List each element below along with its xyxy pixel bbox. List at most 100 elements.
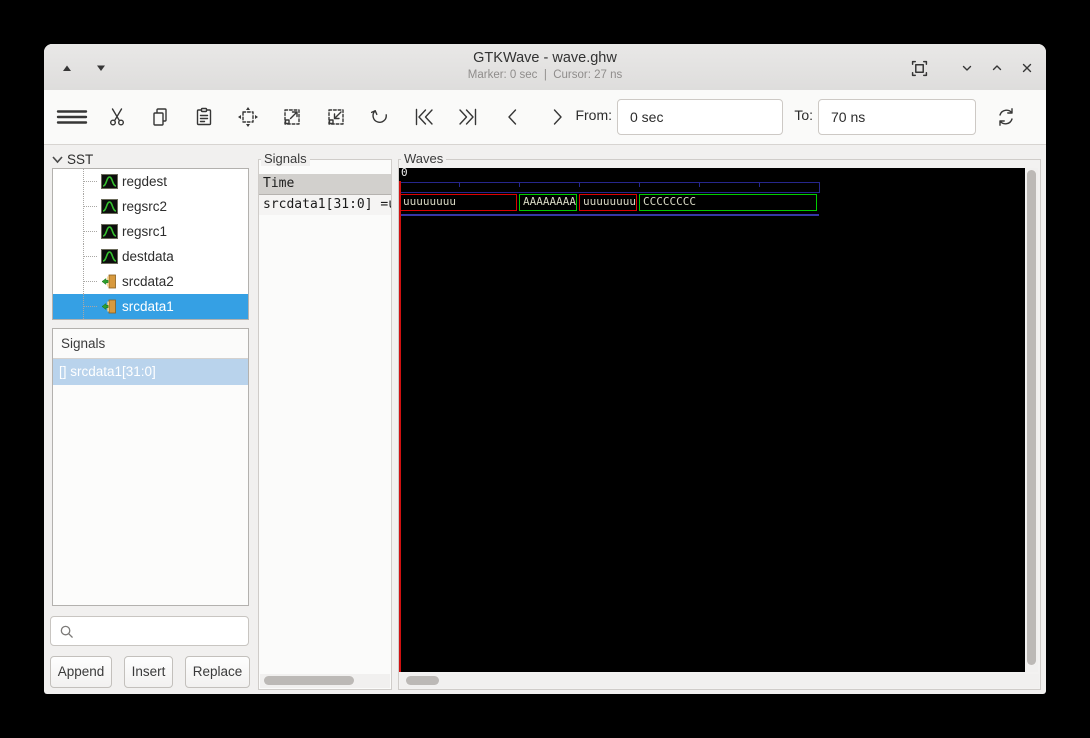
signal-search-input[interactable]: [50, 616, 249, 646]
append-button[interactable]: Append: [50, 656, 112, 688]
from-time-input[interactable]: 0 sec: [617, 99, 783, 135]
to-time-input[interactable]: 70 ns: [818, 99, 976, 135]
sidebar-signal-item[interactable]: [] srcdata1[31:0]: [53, 359, 248, 385]
next-edge-button[interactable]: [537, 97, 577, 137]
ruler-tick: [459, 183, 460, 187]
wave-canvas[interactable]: 0 uuuuuuuuAAAAAAAAuuuuuuuuCCCCCCCC: [399, 168, 1025, 672]
chevron-down-icon: [959, 60, 975, 76]
signal-wave-icon: [101, 173, 118, 190]
ruler-tick: [699, 183, 700, 187]
tree-guide-line: [83, 244, 98, 269]
gtkwave-window: GTKWave - wave.ghw Marker: 0 sec | Curso…: [44, 44, 1046, 694]
signal-name-row[interactable]: srcdata1[31:0] =uu: [259, 195, 391, 215]
minimize-button[interactable]: [956, 58, 978, 78]
port-icon: [101, 273, 118, 290]
go-to-start-button[interactable]: [404, 97, 444, 137]
ruler-origin-label: 0: [401, 168, 408, 179]
marker-line: [399, 181, 401, 672]
skip-to-end-icon: [456, 105, 480, 129]
signals-hscrollbar-thumb[interactable]: [264, 676, 354, 685]
replace-button[interactable]: Replace: [185, 656, 250, 688]
selected-trace-underline: [399, 214, 819, 216]
tree-guide-line: [83, 194, 98, 219]
maximize-button[interactable]: [986, 58, 1008, 78]
tree-item-regsrc1[interactable]: regsrc1: [53, 219, 248, 244]
ruler-tick: [519, 183, 520, 187]
copy-icon: [148, 105, 172, 129]
waves-hscrollbar-thumb[interactable]: [406, 676, 439, 685]
zoom-out-button[interactable]: [316, 97, 356, 137]
undo-button[interactable]: [360, 97, 400, 137]
window-title: GTKWave - wave.ghw: [44, 50, 1046, 66]
tree-guide-line: [83, 269, 98, 294]
tree-item-srcdata2[interactable]: srcdata2: [53, 269, 248, 294]
fullscreen-button[interactable]: [908, 58, 930, 78]
toolbar: From: 0 sec To: 70 ns: [44, 90, 1046, 145]
sst-tree: regdest regsrc2 regsrc1 destdata srcdata2 src…: [52, 168, 249, 320]
waves-frame-label: Waves: [401, 151, 446, 166]
copy-button[interactable]: [140, 97, 180, 137]
waves-hscrollbar-track[interactable]: [400, 674, 1039, 688]
ruler-tick: [579, 183, 580, 187]
sidebar-signals-header: Signals: [53, 329, 248, 359]
to-label: To:: [789, 107, 813, 123]
cut-button[interactable]: [97, 97, 137, 137]
sst-expander[interactable]: SST: [52, 151, 93, 167]
tree-item-label: srcdata1: [122, 299, 174, 314]
tree-item-srcdata1[interactable]: srcdata1: [53, 294, 248, 319]
zoom-out-icon: [324, 105, 348, 129]
tree-item-label: destdata: [122, 249, 174, 264]
go-to-end-button[interactable]: [448, 97, 488, 137]
input-port-icon: [101, 298, 118, 315]
tree-guide-line: [83, 169, 98, 194]
wave-segment-defined: AAAAAAAA: [519, 194, 577, 211]
chevron-right-icon: [545, 105, 569, 129]
chevron-left-icon: [501, 105, 525, 129]
waves-frame: Waves 0 uuuuuuuuAAAAAAAAuuuuuuuuCCCCCCCC: [398, 159, 1041, 690]
tree-item-label: regsrc2: [122, 199, 167, 214]
paste-button[interactable]: [184, 97, 224, 137]
menu-button[interactable]: [52, 97, 92, 137]
waves-vscrollbar-track[interactable]: [1025, 168, 1038, 672]
insert-button[interactable]: Insert: [124, 656, 173, 688]
from-label: From:: [574, 107, 612, 123]
tree-item-regsrc2[interactable]: regsrc2: [53, 194, 248, 219]
signal-icon: [101, 173, 118, 190]
expander-chevron-icon: [52, 155, 63, 164]
tree-item-label: srcdata2: [122, 274, 174, 289]
zoom-fit-button[interactable]: [228, 97, 268, 137]
scissors-icon: [105, 105, 129, 129]
tree-item-label: regdest: [122, 174, 167, 189]
previous-edge-button[interactable]: [493, 97, 533, 137]
undo-icon: [368, 105, 392, 129]
headerbar: GTKWave - wave.ghw Marker: 0 sec | Curso…: [44, 44, 1046, 91]
waves-vscrollbar-thumb[interactable]: [1027, 170, 1036, 665]
hamburger-menu-icon: [56, 105, 88, 129]
fullscreen-icon: [911, 60, 928, 77]
skip-to-start-icon: [412, 105, 436, 129]
signals-hscrollbar-track[interactable]: [260, 674, 390, 688]
wave-segment-undefined: uuuuuuuu: [399, 194, 517, 211]
zoom-in-icon: [280, 105, 304, 129]
clipboard-paste-icon: [192, 105, 216, 129]
signal-wave-icon: [101, 248, 118, 265]
tree-item-label: regsrc1: [122, 224, 167, 239]
signals-column-frame: Signals Time srcdata1[31:0] =uu: [258, 159, 392, 690]
signal-wave-icon: [101, 223, 118, 240]
close-button[interactable]: [1016, 58, 1038, 78]
chevron-up-icon: [989, 60, 1005, 76]
sst-label: SST: [67, 152, 93, 167]
screenshot-root: { "window": { "title": "GTKWave - wave.g…: [0, 0, 1090, 738]
tree-item-regdest[interactable]: regdest: [53, 169, 248, 194]
reload-button[interactable]: [986, 97, 1026, 137]
timeline-ruler: [399, 182, 820, 193]
signal-wave-icon: [101, 198, 118, 215]
port-icon: [101, 298, 118, 315]
search-icon: [59, 624, 74, 639]
zoom-in-button[interactable]: [272, 97, 312, 137]
signal-icon: [101, 198, 118, 215]
tree-item-destdata[interactable]: destdata: [53, 244, 248, 269]
tree-guide-line: [83, 219, 98, 244]
time-header[interactable]: Time: [259, 174, 391, 195]
reload-icon: [994, 105, 1018, 129]
